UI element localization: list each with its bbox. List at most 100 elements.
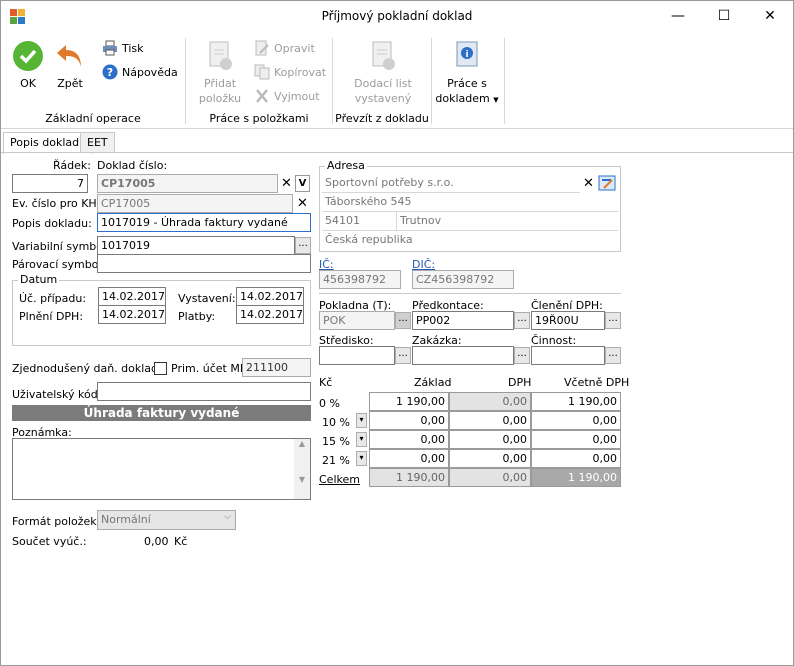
pre-account-field[interactable]: PP002 xyxy=(412,311,514,330)
rate-21-base[interactable]: 0,00 xyxy=(369,449,449,468)
rate-0-base[interactable]: 1 190,00 xyxy=(369,392,449,411)
ok-button[interactable]: OK xyxy=(9,40,47,91)
vat-breakdown-field[interactable]: 19Ř00U xyxy=(531,311,605,330)
variable-symbol-lookup-button[interactable]: ... xyxy=(295,237,311,254)
form-panel: Řádek: Doklad číslo: 7 CP17005 ✕ V Ev. č… xyxy=(1,152,793,665)
address-book-icon[interactable] xyxy=(598,174,616,192)
maximize-button[interactable]: ☐ xyxy=(701,1,747,31)
center-field[interactable] xyxy=(319,346,395,365)
rate-0-total[interactable]: 1 190,00 xyxy=(531,392,621,411)
user-code-field[interactable] xyxy=(97,382,311,401)
clear-icon[interactable]: ✕ xyxy=(295,196,310,211)
delivery-note-icon xyxy=(372,41,395,70)
rate-15-vat[interactable]: 0,00 xyxy=(449,430,531,449)
note-textarea[interactable] xyxy=(12,438,311,500)
sum-unit: Kč xyxy=(174,535,188,548)
user-code-label: Uživatelský kód: xyxy=(12,388,102,401)
note-scrollbar[interactable]: ▲ ▼ xyxy=(294,439,310,499)
address-zip-field[interactable]: 54101 xyxy=(322,212,397,231)
rate-0-vat[interactable]: 0,00 xyxy=(449,392,531,411)
address-street-field[interactable]: Táborského 545 xyxy=(322,193,618,212)
rate-21-vat[interactable]: 0,00 xyxy=(449,449,531,468)
separator xyxy=(431,38,432,124)
order-lookup-button[interactable]: ... xyxy=(514,347,530,364)
cut-button[interactable]: Vyjmout xyxy=(254,88,320,104)
ev-number-field[interactable]: CP17005 xyxy=(97,194,293,213)
group-items-label: Práce s položkami xyxy=(209,112,309,125)
add-item-button[interactable]: Přidat položku xyxy=(194,40,246,106)
row-field[interactable]: 7 xyxy=(12,174,88,193)
center-lookup-button[interactable]: ... xyxy=(395,347,411,364)
item-format-label: Formát položek: xyxy=(12,515,101,528)
total-base: 1 190,00 xyxy=(369,468,449,487)
description-field[interactable]: 1017019 - Úhrada faktury vydané xyxy=(97,213,311,232)
rate-10-base[interactable]: 0,00 xyxy=(369,411,449,430)
issue-date-label: Vystavení: xyxy=(178,292,236,305)
doc-number-field[interactable]: CP17005 xyxy=(97,174,278,193)
group-basic-label: Základní operace xyxy=(45,112,141,125)
primary-account-label: Prim. účet MD: xyxy=(171,362,252,375)
order-field[interactable] xyxy=(412,346,514,365)
issue-date-field[interactable]: 14.02.2017 xyxy=(236,287,304,306)
accounting-date-field[interactable]: 14.02.2017 xyxy=(98,287,166,306)
clear-icon[interactable]: ✕ xyxy=(279,176,294,191)
dic-field[interactable]: CZ456398792 xyxy=(412,270,514,289)
ev-number-label: Ev. číslo pro KH: xyxy=(12,197,101,210)
rate-15-total[interactable]: 0,00 xyxy=(531,430,621,449)
tab-eet[interactable]: EET xyxy=(80,132,115,153)
rate-21-total[interactable]: 0,00 xyxy=(531,449,621,468)
doc-work-label-2: dokladem xyxy=(435,92,490,105)
address-group-label: Adresa xyxy=(325,159,367,172)
variable-symbol-field[interactable]: 1017019 xyxy=(97,236,295,255)
address-country-field[interactable]: Česká republika xyxy=(322,231,618,250)
pre-account-lookup-button[interactable]: ... xyxy=(514,312,530,329)
activity-field[interactable] xyxy=(531,346,605,365)
back-button[interactable]: Zpět xyxy=(53,40,87,91)
simplified-doc-label: Zjednodušený daň. doklad: xyxy=(12,362,162,375)
edit-button[interactable]: Opravit xyxy=(254,40,315,56)
item-format-select[interactable]: Normální ⌵ xyxy=(97,510,236,530)
primary-account-field[interactable]: 211100 xyxy=(242,358,311,377)
address-name-field[interactable]: Sportovní potřeby s.r.o. xyxy=(322,174,580,193)
document-work-button[interactable]: i Práce s dokladem ▼ xyxy=(435,40,499,108)
cashbox-lookup-button[interactable]: ... xyxy=(395,312,411,329)
payment-date-label: Platby: xyxy=(178,310,216,323)
ic-field[interactable]: 456398792 xyxy=(319,270,401,289)
copy-label: Kopírovat xyxy=(274,65,327,79)
rate-15-base[interactable]: 0,00 xyxy=(369,430,449,449)
activity-lookup-button[interactable]: ... xyxy=(605,347,621,364)
help-button[interactable]: ? Nápověda xyxy=(102,64,178,80)
dropdown-icon[interactable]: V xyxy=(295,175,310,192)
close-button[interactable]: ✕ xyxy=(747,1,793,31)
help-icon: ? xyxy=(102,64,118,80)
date-group-label: Datum xyxy=(18,273,60,286)
delivery-note-button[interactable]: Dodací list vystavený xyxy=(346,40,420,106)
ok-label: OK xyxy=(20,77,36,90)
separator xyxy=(504,38,505,124)
delivery-label-2: vystavený xyxy=(354,92,412,105)
print-button[interactable]: Tisk xyxy=(102,40,144,56)
simplified-doc-checkbox[interactable] xyxy=(154,362,167,375)
vat-breakdown-lookup-button[interactable]: ... xyxy=(605,312,621,329)
rate-10-vat[interactable]: 0,00 xyxy=(449,411,531,430)
item-format-value: Normální xyxy=(101,513,151,526)
cut-label: Vyjmout xyxy=(274,89,320,103)
document-info-icon: i xyxy=(456,41,478,67)
address-city-field[interactable]: Trutnov xyxy=(397,212,618,231)
rate-10-total[interactable]: 0,00 xyxy=(531,411,621,430)
rate-21-spin-icon[interactable]: ▾ xyxy=(356,451,367,466)
copy-button[interactable]: Kopírovat xyxy=(254,64,326,80)
clear-icon[interactable]: ✕ xyxy=(581,176,596,191)
rate-10-label: 10 % xyxy=(322,416,350,429)
rate-15-spin-icon[interactable]: ▾ xyxy=(356,432,367,447)
minimize-button[interactable]: — xyxy=(655,1,701,31)
payment-date-field[interactable]: 14.02.2017 xyxy=(236,305,304,324)
vat-date-field[interactable]: 14.02.2017 xyxy=(98,305,166,324)
rate-10-spin-icon[interactable]: ▾ xyxy=(356,413,367,428)
currency-header: Kč xyxy=(319,376,333,389)
doc-work-label-2-wrap: dokladem ▼ xyxy=(435,91,499,108)
tab-bar: Popis dokladu EET xyxy=(1,129,793,154)
sum-label: Součet vyúč.: xyxy=(12,535,87,548)
pairing-symbol-field[interactable] xyxy=(97,254,311,273)
cashbox-field[interactable]: POK xyxy=(319,311,395,330)
